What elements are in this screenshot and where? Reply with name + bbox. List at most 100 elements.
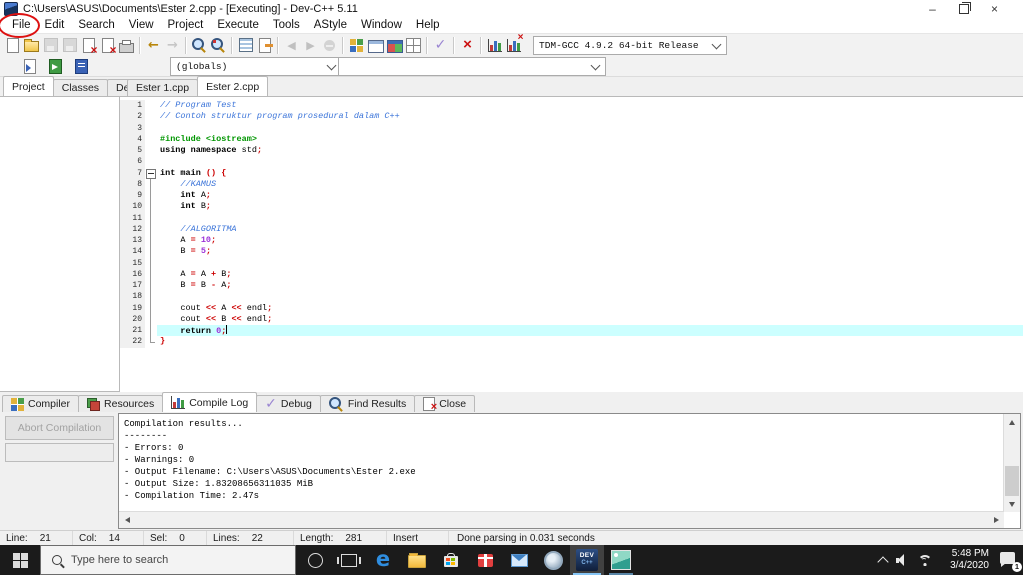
compile-log-output[interactable]: Compilation results...--------- Errors: …: [118, 413, 1021, 529]
taskbar-clock[interactable]: 5:48 PM 3/4/2020: [941, 548, 989, 573]
delete-profiling-button[interactable]: [504, 36, 523, 55]
print-button[interactable]: [117, 36, 136, 55]
log-line: Compilation results...: [124, 418, 1002, 430]
goto-implementation-button[interactable]: [46, 57, 65, 76]
fold-margin: [145, 168, 157, 179]
abort-button[interactable]: [458, 36, 477, 55]
fold-margin: [145, 325, 157, 336]
run-button[interactable]: [366, 36, 385, 55]
scroll-down-button[interactable]: [1004, 496, 1020, 512]
compile-and-run-button[interactable]: [385, 36, 404, 55]
save-button[interactable]: [41, 36, 60, 55]
taskbar-app-cortana[interactable]: [298, 545, 332, 575]
panel-tab-project[interactable]: Project: [3, 76, 54, 96]
fold-margin: [145, 314, 157, 325]
forward-button[interactable]: [301, 36, 320, 55]
tray-network-button[interactable]: [918, 555, 932, 566]
bottom-tab-close[interactable]: Close: [414, 395, 475, 412]
system-tray: 5:48 PM 3/4/2020 1: [879, 545, 1020, 575]
log-line: - Output Filename: C:\Users\ASUS\Documen…: [124, 466, 1002, 478]
file-explorer-icon: [408, 555, 426, 568]
fold-margin: [145, 303, 157, 314]
taskbar-app-devcpp[interactable]: [570, 545, 604, 575]
minimize-button[interactable]: –: [917, 0, 948, 18]
goto-declaration-button[interactable]: [20, 57, 39, 76]
find-button[interactable]: [190, 36, 209, 55]
bottom-tab-compile-log[interactable]: Compile Log: [162, 392, 257, 412]
close-button[interactable]: ×: [979, 0, 1010, 18]
taskbar-app-photos[interactable]: [604, 545, 638, 575]
scroll-right-button[interactable]: [988, 512, 1004, 528]
vertical-scrollbar[interactable]: [1003, 414, 1020, 512]
taskbar-app-gift[interactable]: [468, 545, 502, 575]
taskbar-app-edge[interactable]: [366, 545, 400, 575]
tab-label: Compiler: [28, 398, 70, 410]
back-button[interactable]: [282, 36, 301, 55]
tray-chevron-up-button[interactable]: [879, 555, 887, 566]
forward-icon: [306, 36, 314, 54]
taskbar-app-task-view[interactable]: [332, 545, 366, 575]
scrollbar-thumb[interactable]: [1005, 466, 1019, 496]
taskbar-app-mail[interactable]: [502, 545, 536, 575]
file-tab-ester-2-cpp[interactable]: Ester 2.cpp: [197, 76, 268, 96]
redo-button[interactable]: [163, 36, 182, 55]
start-button[interactable]: [0, 545, 40, 575]
close-all-button[interactable]: [98, 36, 117, 55]
save-all-button[interactable]: [60, 36, 79, 55]
compile-button[interactable]: [347, 36, 366, 55]
undo-button[interactable]: [144, 36, 163, 55]
menu-item-tools[interactable]: Tools: [266, 18, 307, 33]
notification-center-button[interactable]: 1: [998, 551, 1020, 569]
bottom-tab-find-results[interactable]: Find Results: [320, 395, 415, 412]
bottom-tab-debug[interactable]: Debug: [256, 395, 321, 412]
new-file-button[interactable]: [3, 36, 22, 55]
scroll-left-button[interactable]: [119, 512, 135, 528]
menu-item-file[interactable]: File: [5, 18, 38, 33]
goto-implementation-icon: [49, 59, 62, 74]
bottom-panel: Compiler ResourcesCompile LogDebugFind Re…: [0, 392, 1023, 530]
debug-check-button[interactable]: [431, 36, 450, 55]
menu-item-edit[interactable]: Edit: [38, 18, 72, 33]
goto-line-button[interactable]: [236, 36, 255, 55]
close-file-button[interactable]: [79, 36, 98, 55]
profile-button[interactable]: [485, 36, 504, 55]
taskbar-search-input[interactable]: Type here to search: [40, 545, 296, 575]
panel-tab-classes[interactable]: Classes: [53, 79, 108, 96]
bottom-tab-compiler[interactable]: Compiler: [2, 395, 79, 412]
rebuild-all-button[interactable]: [404, 36, 423, 55]
class-browser-button[interactable]: [72, 57, 91, 76]
bottom-tab-resources[interactable]: Resources: [78, 395, 163, 412]
menu-item-astyle[interactable]: AStyle: [307, 18, 354, 33]
compile-progress-bar: [5, 443, 114, 462]
stop-execution-button[interactable]: [320, 36, 339, 55]
code-text: [157, 213, 1023, 224]
taskbar-app-file-explorer[interactable]: [400, 545, 434, 575]
undo-icon: [148, 36, 159, 54]
members-select[interactable]: [338, 57, 606, 76]
taskbar-app-browser[interactable]: [536, 545, 570, 575]
compiler-select[interactable]: TDM-GCC 4.9.2 64-bit Release: [533, 36, 727, 55]
file-tab-ester-1-cpp[interactable]: Ester 1.cpp: [127, 79, 198, 96]
project-tree[interactable]: [0, 96, 120, 392]
menu-item-view[interactable]: View: [122, 18, 161, 33]
open-file-button[interactable]: [22, 36, 41, 55]
class-nav-buttons: [20, 56, 91, 76]
swap-header-source-button[interactable]: [255, 36, 274, 55]
code-line: 7int main () {: [120, 168, 1023, 179]
taskbar-app-store[interactable]: [434, 545, 468, 575]
fold-collapse-icon[interactable]: [146, 169, 156, 179]
menu-item-project[interactable]: Project: [161, 18, 211, 33]
globals-select[interactable]: (globals): [170, 57, 342, 76]
restore-button[interactable]: [948, 0, 979, 18]
menu-item-execute[interactable]: Execute: [210, 18, 266, 33]
horizontal-scrollbar[interactable]: [119, 511, 1004, 528]
line-number: 8: [120, 179, 145, 190]
code-editor[interactable]: 1// Program Test2// Contoh struktur prog…: [120, 96, 1023, 392]
scroll-up-button[interactable]: [1004, 414, 1020, 430]
menu-item-window[interactable]: Window: [354, 18, 409, 33]
menu-item-help[interactable]: Help: [409, 18, 447, 33]
menu-item-search[interactable]: Search: [71, 18, 121, 33]
line-number: 11: [120, 213, 145, 224]
tray-volume-button[interactable]: [896, 554, 909, 566]
replace-button[interactable]: [209, 36, 228, 55]
